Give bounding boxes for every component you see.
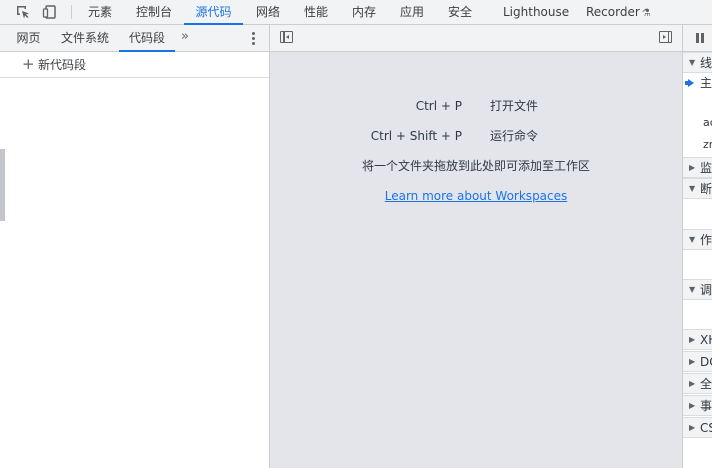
- tab-filesystem[interactable]: 文件系统: [61, 25, 109, 51]
- sources-navigator: 网页 文件系统 代码段 » + 新代码段: [0, 25, 270, 468]
- collapsed-triangle-icon: ▶: [689, 357, 696, 366]
- section-threads[interactable]: ▼ 线: [683, 52, 712, 73]
- tab-sources[interactable]: 源代码: [184, 0, 243, 25]
- section-label: 事: [700, 399, 712, 413]
- section-csp-breakpoints[interactable]: ▶ CS: [683, 417, 712, 438]
- current-thread-arrow-icon: [685, 79, 694, 87]
- main-tab-bar: 元素 控制台 源代码 网络 性能 内存 应用 安全 Lighthouse Rec…: [0, 0, 712, 25]
- toggle-debugger-icon[interactable]: [659, 31, 672, 43]
- collapsed-triangle-icon: ▶: [689, 335, 696, 344]
- section-scope[interactable]: ▼ 作: [683, 229, 712, 250]
- section-dom-breakpoints[interactable]: ▶ DC: [683, 351, 712, 372]
- section-label: CS: [700, 421, 712, 435]
- section-label: 调: [700, 283, 712, 297]
- drop-folder-hint: 将一个文件夹拖放到此处即可添加至工作区: [361, 159, 590, 173]
- tab-page[interactable]: 网页: [16, 25, 41, 51]
- toggle-navigator-icon[interactable]: [280, 31, 293, 43]
- expanded-triangle-icon: ▼: [689, 58, 696, 67]
- section-call-stack[interactable]: ▼ 调: [683, 279, 712, 300]
- tab-console[interactable]: 控制台: [135, 0, 173, 24]
- more-options-icon[interactable]: [246, 28, 260, 48]
- section-event-listener-breakpoints[interactable]: ▶ 事: [683, 395, 712, 416]
- shortcut-run-command: Ctrl + Shift + P 运行命令: [270, 127, 682, 145]
- section-global-listeners[interactable]: ▶ 全: [683, 373, 712, 394]
- thread-item[interactable]: ac: [683, 113, 712, 134]
- collapsed-triangle-icon: ▶: [689, 423, 696, 432]
- section-label: DC: [700, 355, 712, 369]
- thread-item-label: zr: [703, 138, 712, 151]
- toolbar-separator: [71, 5, 72, 19]
- thread-item-label: ac: [703, 116, 712, 129]
- section-label: 作: [700, 233, 712, 247]
- tab-memory[interactable]: 内存: [351, 0, 377, 24]
- editor-placeholder: Ctrl + P 打开文件 Ctrl + Shift + P 运行命令 将一个文…: [270, 25, 683, 468]
- expanded-triangle-icon: ▼: [689, 285, 696, 294]
- more-tabs-icon[interactable]: »: [181, 27, 189, 47]
- thread-label: 主: [700, 76, 712, 90]
- expanded-triangle-icon: ▼: [689, 235, 696, 244]
- tab-elements[interactable]: 元素: [87, 0, 113, 24]
- inspect-element-icon[interactable]: [10, 0, 36, 24]
- shortcut-keys: Ctrl + P: [415, 99, 462, 113]
- expanded-triangle-icon: ▼: [689, 184, 696, 193]
- section-xhr-breakpoints[interactable]: ▶ XH: [683, 329, 712, 350]
- section-label: 线: [700, 56, 712, 70]
- section-label: 监: [700, 161, 712, 175]
- new-snippet-button[interactable]: + 新代码段: [0, 52, 269, 78]
- tab-performance[interactable]: 性能: [303, 0, 329, 24]
- section-label: XH: [700, 333, 712, 347]
- tab-lighthouse[interactable]: Lighthouse: [503, 0, 569, 24]
- navigator-tab-bar: 网页 文件系统 代码段 »: [0, 25, 269, 52]
- panel-resize-handle[interactable]: [0, 149, 5, 221]
- thread-main[interactable]: 主: [683, 73, 712, 94]
- shortcut-description: 运行命令: [490, 129, 539, 143]
- tab-snippets[interactable]: 代码段: [119, 25, 175, 52]
- section-label: 断: [700, 182, 712, 196]
- collapsed-triangle-icon: ▶: [689, 163, 696, 172]
- experimental-flask-icon: ⚗: [641, 8, 651, 19]
- section-watch[interactable]: ▶ 监: [683, 157, 712, 178]
- new-snippet-label: 新代码段: [38, 58, 87, 72]
- collapsed-triangle-icon: ▶: [689, 379, 696, 388]
- tab-recorder-label: Recorder: [586, 5, 640, 19]
- thread-item[interactable]: zr: [683, 135, 712, 156]
- section-label: 全: [700, 377, 712, 391]
- tab-recorder[interactable]: Recorder ⚗: [586, 0, 652, 24]
- tab-security[interactable]: 安全: [447, 0, 473, 24]
- tab-application[interactable]: 应用: [399, 0, 425, 24]
- debugger-toolbar: [683, 25, 712, 52]
- shortcut-open-file: Ctrl + P 打开文件: [270, 97, 682, 115]
- debugger-sidebar: ▼ 线 主 ac zr ▶ 监 ▼ 断 ▼ 作 ▼ 调 ▶ XH ▶ DC ▶ …: [683, 25, 712, 468]
- collapsed-triangle-icon: ▶: [689, 401, 696, 410]
- plus-icon: +: [22, 55, 35, 73]
- shortcut-description: 打开文件: [490, 99, 539, 113]
- editor-toolbar: [270, 25, 682, 52]
- pause-icon[interactable]: [696, 33, 704, 43]
- shortcut-keys: Ctrl + Shift + P: [370, 129, 462, 143]
- learn-more-workspaces-link[interactable]: Learn more about Workspaces: [270, 187, 682, 205]
- tab-network[interactable]: 网络: [255, 0, 281, 24]
- device-toolbar-icon[interactable]: [37, 0, 63, 24]
- section-breakpoints[interactable]: ▼ 断: [683, 178, 712, 199]
